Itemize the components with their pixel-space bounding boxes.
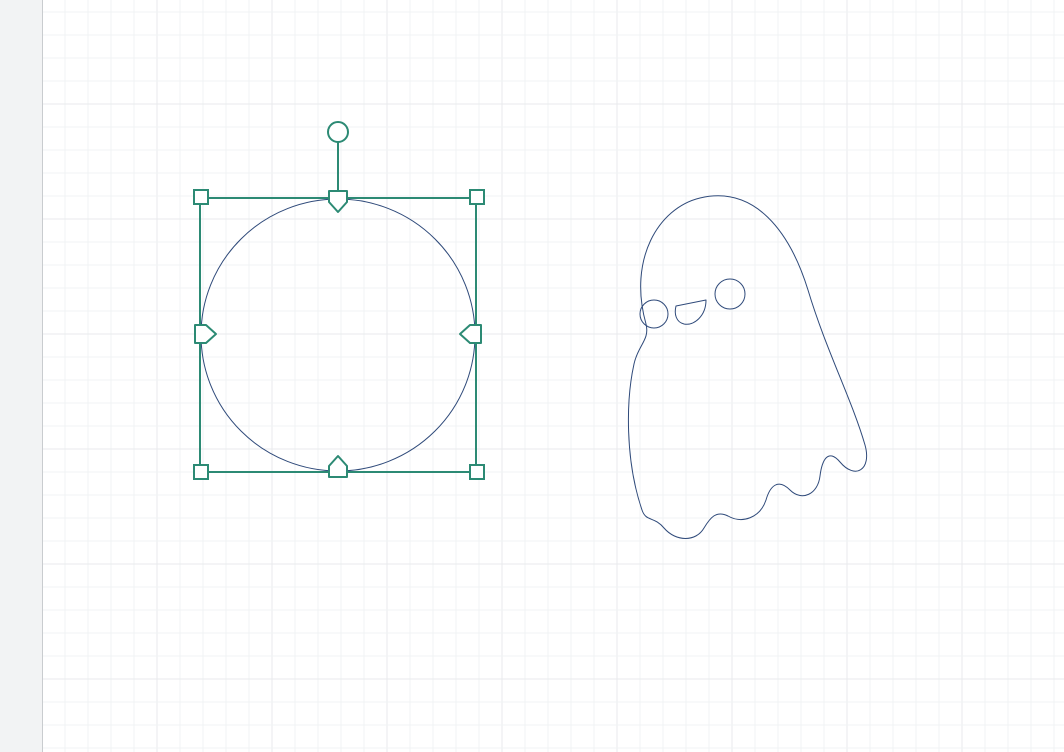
- resize-handle-nw[interactable]: [194, 190, 208, 204]
- resize-handle-ne[interactable]: [470, 190, 484, 204]
- ruler-left: [0, 0, 42, 752]
- canvas-svg[interactable]: [0, 0, 1064, 752]
- rotation-handle[interactable]: [328, 122, 348, 142]
- canvas-bg: [0, 0, 1064, 752]
- resize-handle-se[interactable]: [470, 465, 484, 479]
- design-canvas[interactable]: [0, 0, 1064, 752]
- resize-handle-sw[interactable]: [194, 465, 208, 479]
